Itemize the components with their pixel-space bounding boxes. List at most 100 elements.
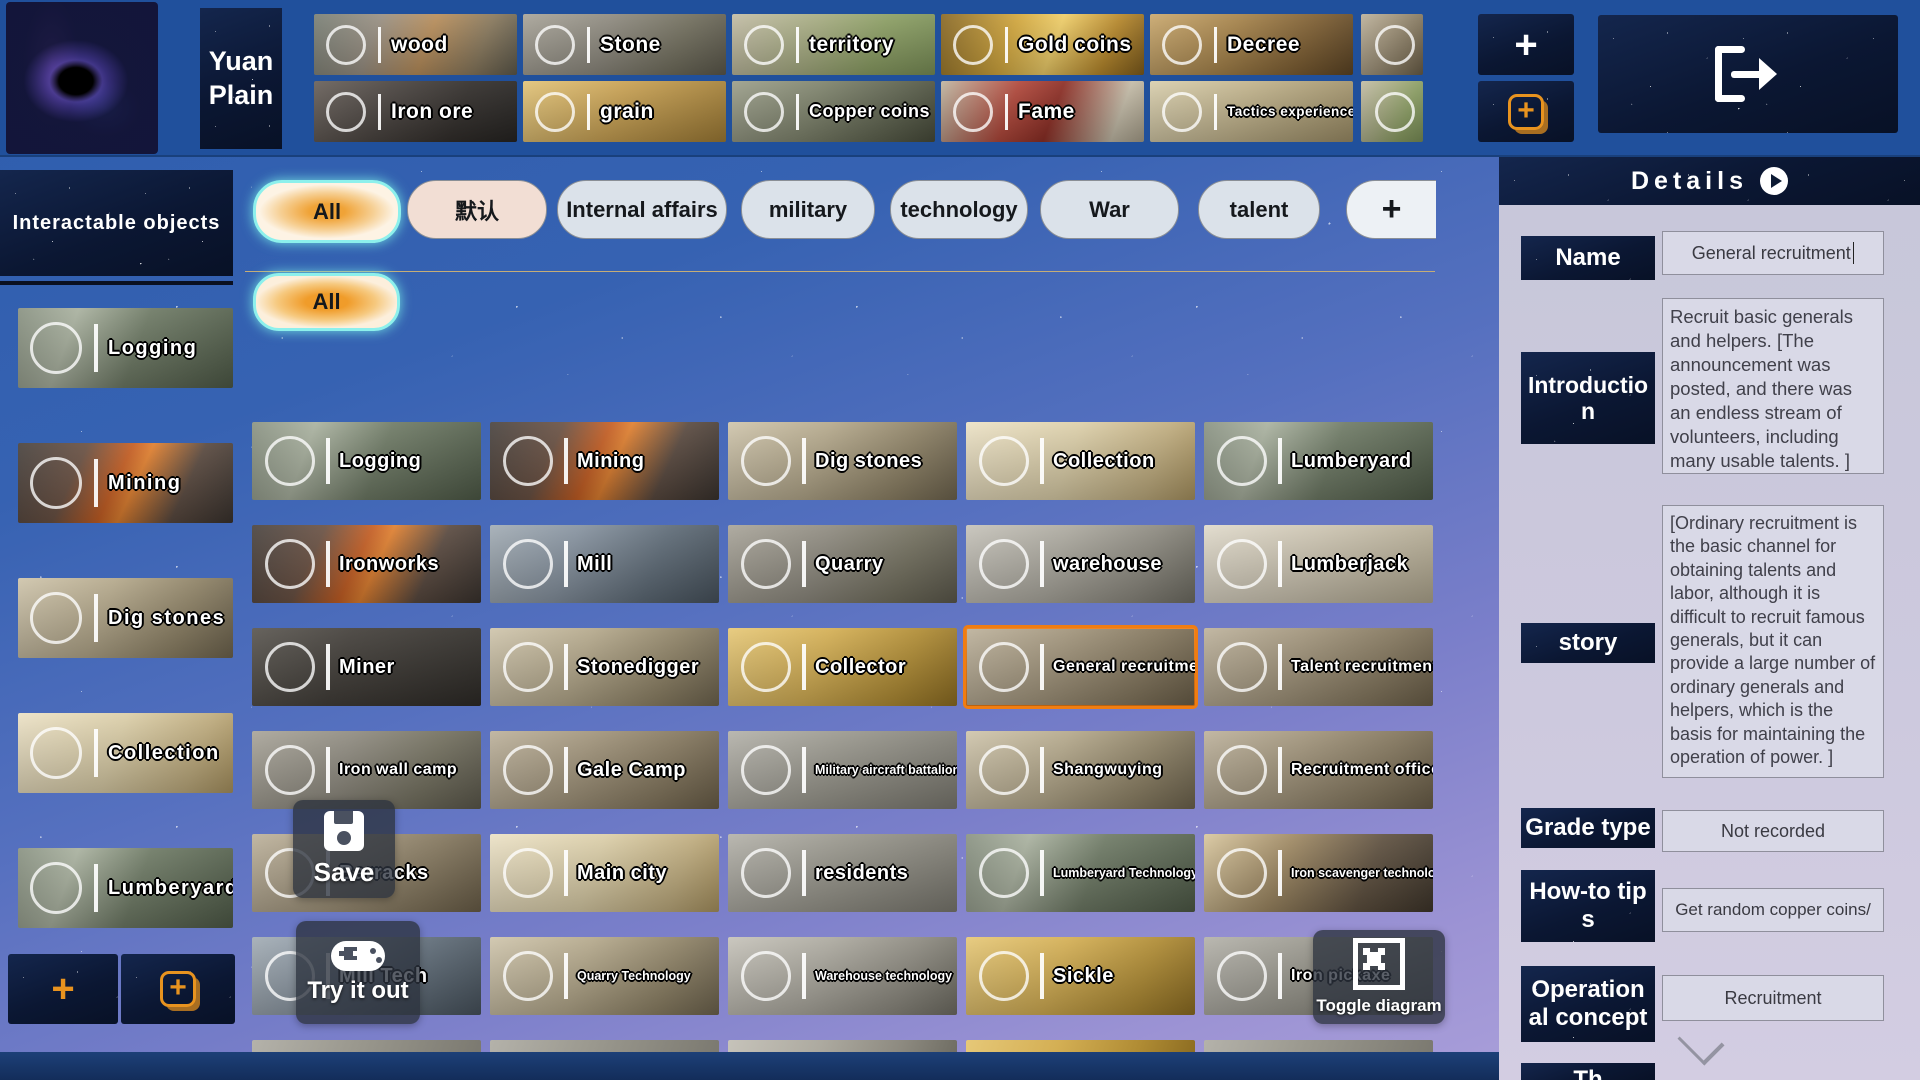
resource-partial-card[interactable] xyxy=(1361,14,1423,75)
introduction-label: Introduction xyxy=(1521,352,1655,444)
resource-icon xyxy=(1162,92,1202,132)
tab-internal-affairs[interactable]: Internal affairs xyxy=(557,180,727,239)
resource-decree[interactable]: Decree xyxy=(1150,14,1353,75)
filter-all-button[interactable]: All xyxy=(253,273,400,331)
grid-card-partial[interactable] xyxy=(966,1040,1195,1052)
grid-card-residents[interactable]: residents xyxy=(728,834,957,912)
resource-grain[interactable]: grain xyxy=(523,81,726,142)
grid-card-miner[interactable]: Miner xyxy=(252,628,481,706)
resource-stone[interactable]: Stone xyxy=(523,14,726,75)
grid-card-lumberyard[interactable]: Lumberyard xyxy=(1204,422,1433,500)
grid-card-partial[interactable] xyxy=(490,1040,719,1052)
save-button[interactable]: Save xyxy=(293,800,395,898)
sidebar-item-logging[interactable]: Logging xyxy=(18,308,233,388)
card-label: Warehouse technology xyxy=(815,969,952,983)
grid-card-warehouse-technology[interactable]: Warehouse technology xyxy=(728,937,957,1015)
grid-card-shangwuying[interactable]: Shangwuying xyxy=(966,731,1195,809)
grid-card-ironworks[interactable]: Ironworks xyxy=(252,525,481,603)
story-textarea[interactable]: [Ordinary recruitment is the basic chann… xyxy=(1662,505,1884,778)
name-input[interactable]: General recruitment xyxy=(1662,231,1884,275)
grid-card-sickle[interactable]: Sickle xyxy=(966,937,1195,1015)
tab-separator xyxy=(245,271,1435,272)
sidebar-add-object-button[interactable]: + xyxy=(8,954,118,1024)
grid-card-mill[interactable]: Mill xyxy=(490,525,719,603)
grid-card-logging[interactable]: Logging xyxy=(252,422,481,500)
play-icon[interactable] xyxy=(1760,167,1788,195)
card-label: Shangwuying xyxy=(1053,761,1163,779)
resource-tactics-experience[interactable]: Tactics experience xyxy=(1150,81,1353,142)
grid-card-partial[interactable] xyxy=(728,1040,957,1052)
grid-card-collector[interactable]: Collector xyxy=(728,628,957,706)
tab-talent[interactable]: talent xyxy=(1198,180,1320,239)
tab-add[interactable]: + xyxy=(1346,180,1436,239)
tab-default[interactable]: 默认 xyxy=(407,180,547,239)
howto-tips-field[interactable]: Get random copper coins/ xyxy=(1662,888,1884,932)
grid-card-general-recruitment-selected[interactable]: General recruitment xyxy=(966,628,1195,706)
card-label: Collection xyxy=(1053,450,1155,473)
add-resource-button[interactable]: + xyxy=(1478,14,1574,75)
resource-copper-coins[interactable]: Copper coins xyxy=(732,81,935,142)
grid-card-quarry-technology[interactable]: Quarry Technology xyxy=(490,937,719,1015)
tab-all[interactable]: All xyxy=(253,180,401,243)
grid-card-military-aircraft-battalion[interactable]: Military aircraft battalion xyxy=(728,731,957,809)
sidebar-header: Interactable objects xyxy=(0,170,233,276)
grid-card-lumberyard-technology[interactable]: Lumberyard Technology xyxy=(966,834,1195,912)
card-label: Recruitment office xyxy=(1291,761,1433,779)
grid-card-partial[interactable] xyxy=(1204,1040,1433,1052)
resource-icon xyxy=(535,25,575,65)
resource-territory[interactable]: territory xyxy=(732,14,935,75)
grid-card-stonedigger[interactable]: Stonedigger xyxy=(490,628,719,706)
introduction-textarea[interactable]: Recruit basic generals and helpers. [The… xyxy=(1662,298,1884,474)
sidebar-item-mining[interactable]: Mining xyxy=(18,443,233,523)
toggle-diagram-button[interactable]: Toggle diagram xyxy=(1313,930,1445,1024)
sidebar-add-collection-button[interactable] xyxy=(121,954,235,1024)
grid-card-lumberjack[interactable]: Lumberjack xyxy=(1204,525,1433,603)
sidebar-item-collection[interactable]: Collection xyxy=(18,713,233,793)
tab-technology[interactable]: technology xyxy=(890,180,1028,239)
howto-tips-label: How-to tips xyxy=(1521,870,1655,942)
grid-card-main-city[interactable]: Main city xyxy=(490,834,719,912)
grid-card-warehouse[interactable]: warehouse xyxy=(966,525,1195,603)
operational-concept-field[interactable]: Recruitment xyxy=(1662,975,1884,1021)
name-label: Name xyxy=(1521,236,1655,280)
card-label: Mining xyxy=(577,450,644,473)
try-it-out-button[interactable]: Try it out xyxy=(296,921,420,1024)
card-label: Mill xyxy=(577,553,612,576)
grid-card-dig-stones[interactable]: Dig stones xyxy=(728,422,957,500)
object-icon xyxy=(30,592,82,644)
exit-button[interactable] xyxy=(1598,15,1898,133)
grade-type-field[interactable]: Not recorded xyxy=(1662,810,1884,852)
grade-type-label: Grade type xyxy=(1521,808,1655,848)
grid-card-collection[interactable]: Collection xyxy=(966,422,1195,500)
card-label: Lumberyard Technology xyxy=(1053,866,1195,880)
resource-icon xyxy=(1375,25,1415,65)
sidebar-item-dig-stones[interactable]: Dig stones xyxy=(18,578,233,658)
grid-card-partial[interactable] xyxy=(252,1040,481,1052)
resource-fame[interactable]: Fame xyxy=(941,81,1144,142)
tab-war[interactable]: War xyxy=(1040,180,1179,239)
stacked-plus-icon xyxy=(160,971,196,1007)
grid-card-iron-wall-camp[interactable]: Iron wall camp xyxy=(252,731,481,809)
card-label: Miner xyxy=(339,656,395,679)
galaxy-logo[interactable] xyxy=(6,2,158,154)
chevron-down-icon[interactable] xyxy=(1677,1018,1724,1065)
grid-card-recruitment-office[interactable]: Recruitment office xyxy=(1204,731,1433,809)
resource-icon xyxy=(744,92,784,132)
resource-partial-card[interactable] xyxy=(1361,81,1423,142)
add-collection-button[interactable] xyxy=(1478,81,1574,142)
operational-concept-label: Operational concept xyxy=(1521,966,1655,1042)
card-label: Talent recruitment xyxy=(1291,658,1433,676)
card-label: Dig stones xyxy=(815,450,922,473)
grid-card-quarry[interactable]: Quarry xyxy=(728,525,957,603)
object-card-grid: Logging Mining Dig stones Collection Lum… xyxy=(252,422,1442,1015)
grid-card-iron-scavenger-technology[interactable]: Iron scavenger technology xyxy=(1204,834,1433,912)
tab-military[interactable]: military xyxy=(741,180,875,239)
card-label: Lumberyard xyxy=(1291,450,1412,473)
grid-card-talent-recruitment[interactable]: Talent recruitment xyxy=(1204,628,1433,706)
sidebar-item-lumberyard[interactable]: Lumberyard xyxy=(18,848,233,928)
resource-iron-ore[interactable]: Iron ore xyxy=(314,81,517,142)
grid-card-mining[interactable]: Mining xyxy=(490,422,719,500)
resource-gold-coins[interactable]: Gold coins xyxy=(941,14,1144,75)
grid-card-gale-camp[interactable]: Gale Camp xyxy=(490,731,719,809)
resource-wood[interactable]: wood xyxy=(314,14,517,75)
